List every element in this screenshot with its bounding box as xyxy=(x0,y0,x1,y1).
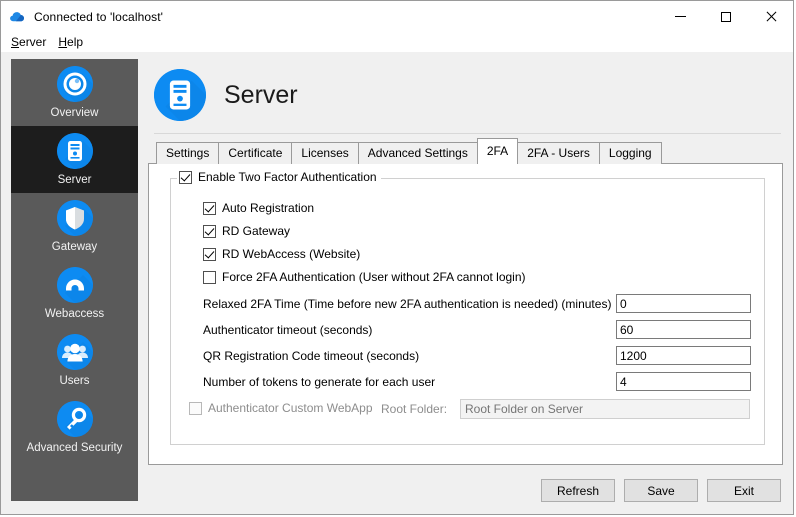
checkbox-label: RD WebAccess (Website) xyxy=(222,247,361,261)
two-factor-group: Enable Two Factor Authentication Auto Re… xyxy=(170,170,765,445)
maximize-icon xyxy=(720,11,731,22)
field-label: Relaxed 2FA Time (Time before new 2FA au… xyxy=(203,296,612,311)
field-authenticator-timeout: Authenticator timeout (seconds) xyxy=(171,319,764,340)
sidebar-item-users[interactable]: Users xyxy=(11,327,138,394)
tab-licenses[interactable]: Licenses xyxy=(291,142,359,164)
checkbox-label: Authenticator Custom WebApp xyxy=(208,401,373,415)
title-bar: Connected to 'localhost' xyxy=(1,1,793,32)
checkbox-box xyxy=(203,247,216,261)
sidebar-item-label: Users xyxy=(59,374,90,387)
field-label: Number of tokens to generate for each us… xyxy=(203,374,436,389)
sidebar-item-label: Webaccess xyxy=(44,307,105,320)
field-token-count: Number of tokens to generate for each us… xyxy=(171,371,764,392)
checkbox-box xyxy=(189,401,202,415)
relaxed-2fa-time-input[interactable] xyxy=(616,294,751,313)
tab-logging[interactable]: Logging xyxy=(598,142,662,164)
overview-icon xyxy=(56,65,93,102)
checkbox-box xyxy=(179,170,192,184)
tab-advanced-settings[interactable]: Advanced Settings xyxy=(357,142,478,164)
sidebar-item-label: Overview xyxy=(50,106,99,119)
page-header: Server xyxy=(148,59,783,131)
checkbox-box xyxy=(203,270,216,284)
menu-bar: Server Help xyxy=(1,32,793,52)
refresh-button[interactable]: Refresh xyxy=(541,479,615,502)
minimize-button[interactable] xyxy=(658,1,703,32)
sidebar-item-server[interactable]: Server xyxy=(11,126,138,193)
checkbox-label: Force 2FA Authentication (User without 2… xyxy=(222,270,526,284)
menu-item-server[interactable]: Server xyxy=(7,34,54,50)
shield-icon xyxy=(56,199,93,236)
server-icon xyxy=(154,69,206,121)
checkbox-label: RD Gateway xyxy=(222,224,291,238)
maximize-button[interactable] xyxy=(703,1,748,32)
tab-2fa-users[interactable]: 2FA - Users xyxy=(517,142,600,164)
checkbox-auto-registration[interactable]: Auto Registration xyxy=(203,201,314,215)
users-icon xyxy=(56,333,93,370)
checkbox-label: Auto Registration xyxy=(222,201,315,215)
window-title: Connected to 'localhost' xyxy=(34,9,164,24)
menu-item-help-label: elp xyxy=(67,35,84,49)
save-button[interactable]: Save xyxy=(624,479,698,502)
close-button[interactable] xyxy=(748,1,793,32)
sidebar-item-label: Advanced Security xyxy=(26,441,123,454)
sidebar-item-label: Gateway xyxy=(51,240,98,253)
sidebar-item-gateway[interactable]: Gateway xyxy=(11,193,138,260)
minimize-icon xyxy=(675,16,686,17)
cloud-icon xyxy=(56,266,93,303)
webapp-row: Authenticator Custom WebApp Root Folder: xyxy=(171,398,764,419)
field-qr-registration-timeout: QR Registration Code timeout (seconds) xyxy=(171,345,764,366)
header-divider xyxy=(154,133,781,134)
checkbox-rd-gateway[interactable]: RD Gateway xyxy=(203,224,290,238)
checkbox-authenticator-custom-webapp[interactable]: Authenticator Custom WebApp xyxy=(189,401,373,415)
sidebar-item-webaccess[interactable]: Webaccess xyxy=(11,260,138,327)
qr-registration-timeout-input[interactable] xyxy=(616,346,751,365)
tab-2fa[interactable]: 2FA xyxy=(476,138,519,164)
sidebar: Overview Server Gateway Webaccess Users … xyxy=(11,59,138,501)
authenticator-timeout-input[interactable] xyxy=(616,320,751,339)
token-count-input[interactable] xyxy=(616,372,751,391)
field-relaxed-2fa-time: Relaxed 2FA Time (Time before new 2FA au… xyxy=(171,293,764,314)
menu-item-help[interactable]: Help xyxy=(54,34,91,50)
tab-strip: Settings Certificate Licenses Advanced S… xyxy=(148,138,783,164)
window-body: Overview Server Gateway Webaccess Users … xyxy=(1,52,793,514)
exit-button[interactable]: Exit xyxy=(707,479,781,502)
sidebar-item-advanced-security[interactable]: Advanced Security xyxy=(11,394,138,461)
sidebar-item-overview[interactable]: Overview xyxy=(11,59,138,126)
page-title: Server xyxy=(224,80,298,109)
sidebar-item-label: Server xyxy=(57,173,92,186)
window-controls xyxy=(658,1,793,32)
checkbox-force-2fa[interactable]: Force 2FA Authentication (User without 2… xyxy=(203,270,526,284)
menu-item-server-label: erver xyxy=(19,35,47,49)
enable-2fa-label: Enable Two Factor Authentication xyxy=(198,170,377,184)
tab-settings[interactable]: Settings xyxy=(156,142,220,164)
main-pane: Server Settings Certificate Licenses Adv… xyxy=(148,59,783,506)
tab-panel-2fa: Enable Two Factor Authentication Auto Re… xyxy=(148,163,783,465)
tab-certificate[interactable]: Certificate xyxy=(218,142,293,164)
cloud-icon xyxy=(9,8,27,26)
server-icon xyxy=(56,132,93,169)
checkbox-box xyxy=(203,201,216,215)
checkbox-box xyxy=(203,224,216,238)
close-icon xyxy=(765,11,776,22)
root-folder-label: Root Folder: xyxy=(381,401,448,416)
enable-2fa-checkbox[interactable]: Enable Two Factor Authentication xyxy=(177,170,381,184)
key-icon xyxy=(56,400,93,437)
dialog-button-bar: Refresh Save Exit xyxy=(541,479,781,502)
checkbox-rd-webaccess[interactable]: RD WebAccess (Website) xyxy=(203,247,360,261)
field-label: Authenticator timeout (seconds) xyxy=(203,322,373,337)
application-window: Connected to 'localhost' Server Help Ove… xyxy=(0,0,794,515)
field-label: QR Registration Code timeout (seconds) xyxy=(203,348,420,363)
root-folder-input[interactable] xyxy=(460,398,750,419)
